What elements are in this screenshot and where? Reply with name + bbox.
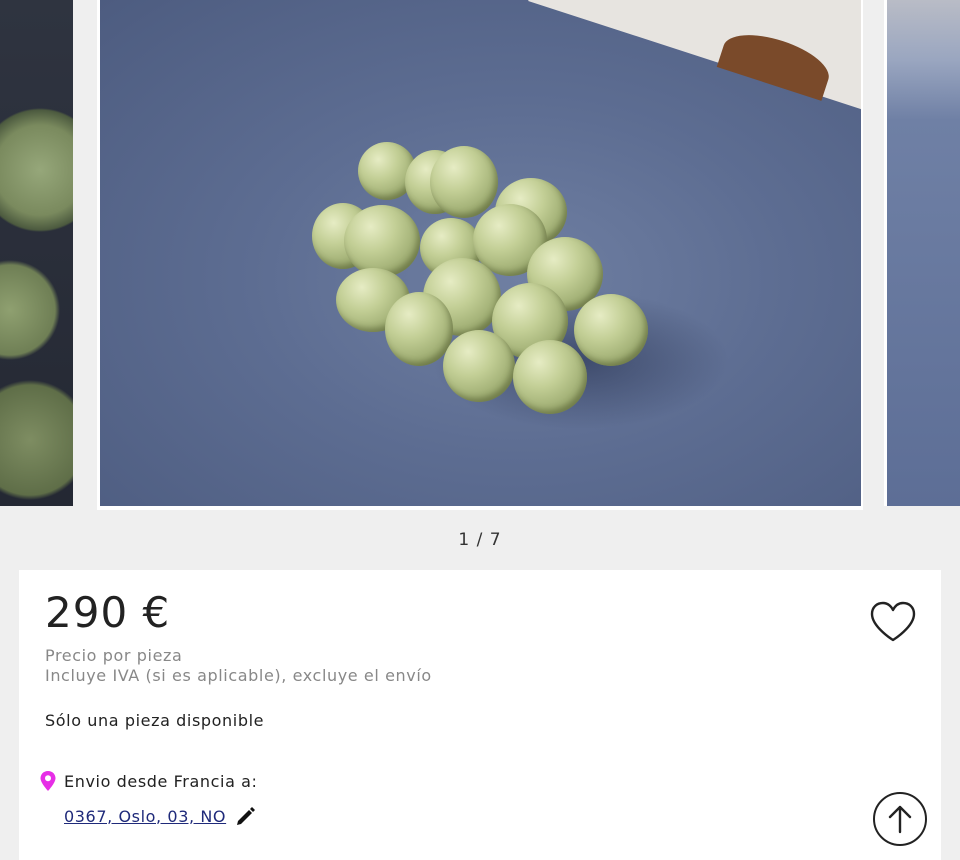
image-counter: 1 / 7	[458, 530, 502, 550]
tax-note: Incluye IVA (si es aplicable), excluye e…	[45, 666, 432, 685]
product-price: 290 €	[45, 588, 171, 637]
current-image-slide[interactable]	[97, 0, 863, 510]
next-image-preview[interactable]	[884, 0, 960, 506]
product-photo	[100, 0, 861, 506]
heart-icon[interactable]	[869, 600, 917, 644]
location-pin-icon	[40, 771, 56, 791]
shipping-origin: Envio desde Francia a:	[39, 770, 258, 792]
arrow-up-icon	[888, 805, 912, 834]
price-unit-label: Precio por pieza	[45, 646, 183, 665]
product-info-card: 290 € Precio por pieza Incluye IVA (si e…	[19, 570, 941, 860]
scroll-to-top-button[interactable]	[873, 792, 927, 846]
shipping-address-row: 0367, Oslo, 03, NO	[64, 805, 257, 827]
shipping-address-link[interactable]: 0367, Oslo, 03, NO	[64, 807, 226, 826]
shipping-origin-label: Envio desde Francia a:	[64, 771, 258, 791]
pencil-icon[interactable]	[235, 805, 257, 827]
image-carousel[interactable]	[0, 0, 960, 510]
availability-text: Sólo una pieza disponible	[45, 711, 265, 730]
previous-image-preview[interactable]	[0, 0, 73, 506]
